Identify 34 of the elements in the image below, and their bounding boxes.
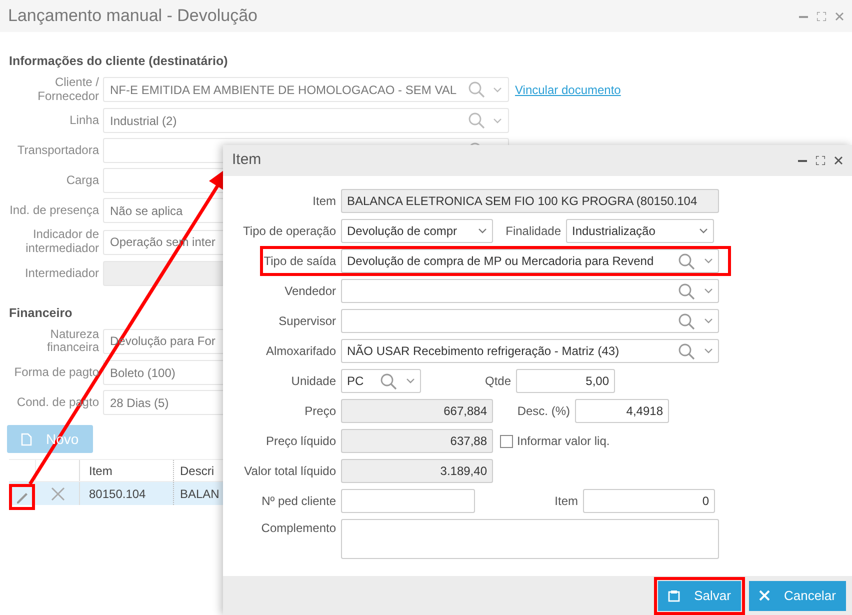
dialog-title: Item bbox=[232, 150, 262, 170]
field-label: Linha bbox=[68, 114, 100, 128]
field-label: Preço bbox=[304, 403, 337, 420]
field-label: Transportadora bbox=[16, 144, 100, 158]
field-label: Tipo de operação bbox=[242, 223, 337, 240]
field-label: Unidade bbox=[290, 373, 337, 390]
column-header: Descri bbox=[179, 462, 214, 480]
field-label: Carga bbox=[65, 174, 100, 188]
field-label: Forma de pagto bbox=[13, 366, 100, 380]
field-label: Vendedor bbox=[284, 283, 337, 300]
table-cell: 80150.104 bbox=[80, 482, 174, 506]
field-label: Tipo de saída bbox=[263, 253, 337, 270]
table-cell-text: BALAN bbox=[179, 486, 220, 503]
field-label: Intermediador bbox=[24, 266, 100, 280]
field-label: Nº ped cliente bbox=[260, 493, 337, 510]
field-label: Complemento bbox=[260, 520, 337, 537]
field-label: Valor total líquido bbox=[243, 463, 337, 480]
field-label: Finalidade bbox=[504, 223, 562, 240]
window-title: Lançamento manual - Devolução bbox=[8, 5, 258, 28]
checkbox-label: Informar valor liq. bbox=[517, 433, 610, 450]
field-label: Natureza financeira bbox=[46, 328, 100, 356]
field-label: Desc. (%) bbox=[516, 403, 571, 420]
field-label: Item bbox=[554, 493, 579, 510]
field-label: Ind. de presença bbox=[9, 204, 100, 218]
section-heading: Informações do cliente (destinatário) bbox=[9, 53, 228, 70]
field-label: Supervisor bbox=[278, 313, 337, 330]
column-header: Item bbox=[80, 460, 174, 482]
field-label: Item bbox=[312, 193, 337, 210]
section-heading: Financeiro bbox=[9, 304, 72, 322]
field-label: Cliente / Fornecedor bbox=[36, 76, 100, 104]
field-label: Almoxarifado bbox=[264, 343, 337, 360]
field-label: Qtde bbox=[484, 373, 512, 390]
field-label: Preço líquido bbox=[264, 433, 337, 450]
field-label: Indicador de intermediador bbox=[24, 228, 100, 256]
